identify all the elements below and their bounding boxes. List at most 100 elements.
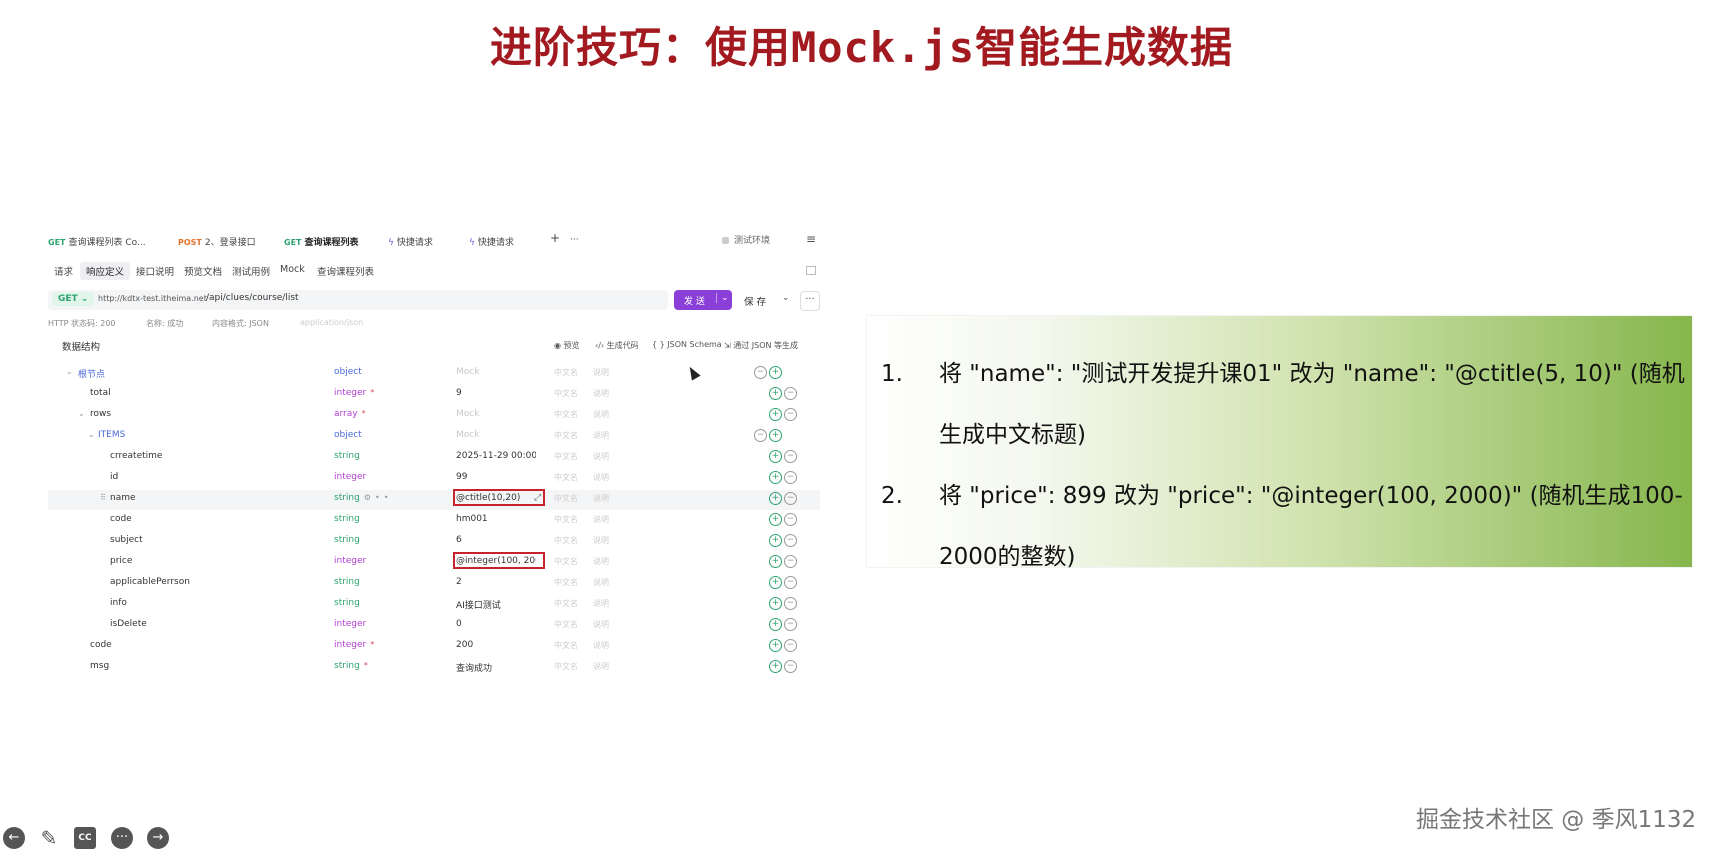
table-row[interactable]: total integer * 9 中文名 说明 + − bbox=[48, 385, 820, 405]
cn-name-input[interactable]: 中文名 bbox=[554, 514, 578, 525]
mock-input[interactable]: 2 bbox=[456, 577, 536, 587]
description-input[interactable]: 说明 bbox=[593, 598, 609, 609]
table-row[interactable]: subject string 6 中文名 说明 + − bbox=[48, 532, 820, 552]
field-type[interactable]: integer bbox=[334, 472, 366, 482]
remove-icon[interactable]: − bbox=[784, 534, 797, 547]
subtab-preview-doc[interactable]: 预览文档 bbox=[178, 262, 228, 280]
field-type[interactable]: integer * bbox=[334, 388, 374, 398]
table-row[interactable]: crreatetime string 2025-11-29 00:00:50 中… bbox=[48, 448, 820, 468]
cn-name-input[interactable]: 中文名 bbox=[554, 388, 578, 399]
chevron-down-icon[interactable]: ⌄ bbox=[78, 409, 85, 418]
next-icon[interactable]: → bbox=[147, 827, 169, 849]
description-input[interactable]: 说明 bbox=[593, 619, 609, 630]
field-type[interactable]: string * bbox=[334, 661, 368, 671]
cn-name-input[interactable]: 中文名 bbox=[554, 598, 578, 609]
add-icon[interactable]: + bbox=[769, 660, 782, 673]
mock-input[interactable]: 2025-11-29 00:00:50 bbox=[456, 451, 536, 461]
field-type[interactable]: object bbox=[334, 367, 362, 377]
json-schema-tool[interactable]: { } JSON Schema bbox=[652, 340, 722, 349]
add-icon[interactable]: + bbox=[769, 618, 782, 631]
add-icon[interactable]: + bbox=[769, 576, 782, 589]
add-icon[interactable]: + bbox=[769, 555, 782, 568]
mock-input[interactable]: hm001 bbox=[456, 514, 536, 524]
cn-name-input[interactable]: 中文名 bbox=[554, 577, 578, 588]
mock-input[interactable]: 99 bbox=[456, 472, 536, 482]
field-type[interactable]: string ⚙ • • bbox=[334, 493, 388, 503]
table-row[interactable]: info string AI接口测试 中文名 说明 + − bbox=[48, 595, 820, 615]
split-view-icon[interactable] bbox=[806, 266, 816, 275]
method-select[interactable]: GET ⌄ bbox=[52, 292, 95, 306]
chevron-down-icon[interactable]: ⌄ bbox=[88, 430, 95, 439]
captions-button[interactable]: CC bbox=[74, 827, 96, 849]
description-input[interactable]: 说明 bbox=[593, 430, 609, 441]
table-row[interactable]: isDelete integer 0 中文名 说明 + − bbox=[48, 616, 820, 636]
environment-selector[interactable]: 测试环境 bbox=[722, 233, 770, 246]
request-tab[interactable]: POST 2、登录接口 bbox=[178, 235, 256, 248]
field-type[interactable]: array * bbox=[334, 409, 366, 419]
expand-icon[interactable]: ⤢ bbox=[534, 493, 541, 503]
remove-icon[interactable]: − bbox=[784, 555, 797, 568]
table-row-highlighted[interactable]: ⠿ name string ⚙ • • @ctitle(10,20) ⤢ 中文名 说明… bbox=[48, 489, 820, 510]
content-type[interactable]: application/json bbox=[300, 318, 363, 327]
table-row[interactable]: price integer @integer(100, 2000) 中文名 说明… bbox=[48, 552, 820, 573]
mock-input[interactable]: 200 bbox=[456, 640, 536, 650]
generate-from-json-tool[interactable]: ⇲ 通过 JSON 等生成 bbox=[724, 340, 798, 351]
previous-icon[interactable]: ← bbox=[3, 827, 25, 849]
send-button[interactable]: 发 送 ⌄ bbox=[674, 290, 732, 310]
field-type[interactable]: string bbox=[334, 451, 360, 461]
cn-name-input[interactable]: 中文名 bbox=[554, 619, 578, 630]
more-icon[interactable]: ··· bbox=[111, 827, 133, 849]
field-type[interactable]: object bbox=[334, 430, 362, 440]
mock-input[interactable]: 0 bbox=[456, 619, 536, 629]
description-input[interactable]: 说明 bbox=[593, 472, 609, 483]
subtab-response-definition[interactable]: 响应定义 bbox=[80, 262, 131, 280]
remove-icon[interactable]: − bbox=[784, 639, 797, 652]
table-row[interactable]: ⌄ rows array * Mock 中文名 说明 + − bbox=[48, 406, 820, 426]
chevron-down-icon[interactable]: ⌄ bbox=[782, 293, 790, 303]
request-tab-active[interactable]: GET 查询课程列表 bbox=[284, 235, 359, 248]
add-icon[interactable]: + bbox=[769, 492, 782, 505]
mock-input[interactable]: Mock bbox=[456, 430, 536, 440]
remove-icon[interactable]: − bbox=[784, 618, 797, 631]
dot-icon[interactable]: • bbox=[375, 493, 380, 502]
add-icon[interactable]: + bbox=[769, 387, 782, 400]
mock-input[interactable]: AI接口测试 bbox=[456, 598, 536, 611]
remove-icon[interactable]: − bbox=[784, 597, 797, 610]
remove-icon[interactable]: − bbox=[784, 471, 797, 484]
remove-icon[interactable]: − bbox=[784, 387, 797, 400]
remove-icon[interactable]: − bbox=[784, 450, 797, 463]
cn-name-input[interactable]: 中文名 bbox=[554, 493, 578, 504]
field-type[interactable]: integer * bbox=[334, 640, 374, 650]
cn-name-input[interactable]: 中文名 bbox=[554, 451, 578, 462]
table-row[interactable]: ⌄ ITEMS object Mock 中文名 说明 − + bbox=[48, 427, 820, 447]
request-tab[interactable]: ϟ 快捷请求 bbox=[388, 235, 433, 248]
remove-icon[interactable]: − bbox=[784, 660, 797, 673]
description-input[interactable]: 说明 bbox=[593, 388, 609, 399]
table-row[interactable]: id integer 99 中文名 说明 + − bbox=[48, 469, 820, 489]
tab-more-button[interactable]: ··· bbox=[570, 235, 579, 245]
table-row[interactable]: applicablePerrson string 2 中文名 说明 + − bbox=[48, 574, 820, 594]
drag-handle-icon[interactable]: ⠿ bbox=[100, 493, 106, 502]
mock-input[interactable]: Mock bbox=[456, 367, 536, 377]
cn-name-input[interactable]: 中文名 bbox=[554, 640, 578, 651]
field-type[interactable]: string bbox=[334, 577, 360, 587]
collapse-icon[interactable]: − bbox=[754, 429, 767, 442]
description-input[interactable]: 说明 bbox=[593, 367, 609, 378]
save-button[interactable]: 保 存 bbox=[744, 294, 766, 308]
cn-name-input[interactable]: 中文名 bbox=[554, 409, 578, 420]
subtab-query-course-list[interactable]: 查询课程列表 bbox=[311, 262, 380, 280]
description-input[interactable]: 说明 bbox=[593, 661, 609, 672]
description-input[interactable]: 说明 bbox=[593, 514, 609, 525]
description-input[interactable]: 说明 bbox=[593, 493, 609, 504]
remove-icon[interactable]: − bbox=[784, 408, 797, 421]
mock-input[interactable]: 6 bbox=[456, 535, 536, 545]
field-type[interactable]: integer bbox=[334, 556, 366, 566]
subtab-request[interactable]: 请求 bbox=[48, 262, 79, 280]
cn-name-input[interactable]: 中文名 bbox=[554, 556, 578, 567]
content-format[interactable]: 内容格式: JSON bbox=[212, 318, 269, 329]
remove-icon[interactable]: − bbox=[784, 492, 797, 505]
cn-name-input[interactable]: 中文名 bbox=[554, 367, 578, 378]
description-input[interactable]: 说明 bbox=[593, 451, 609, 462]
add-icon[interactable]: + bbox=[769, 408, 782, 421]
description-input[interactable]: 说明 bbox=[593, 577, 609, 588]
